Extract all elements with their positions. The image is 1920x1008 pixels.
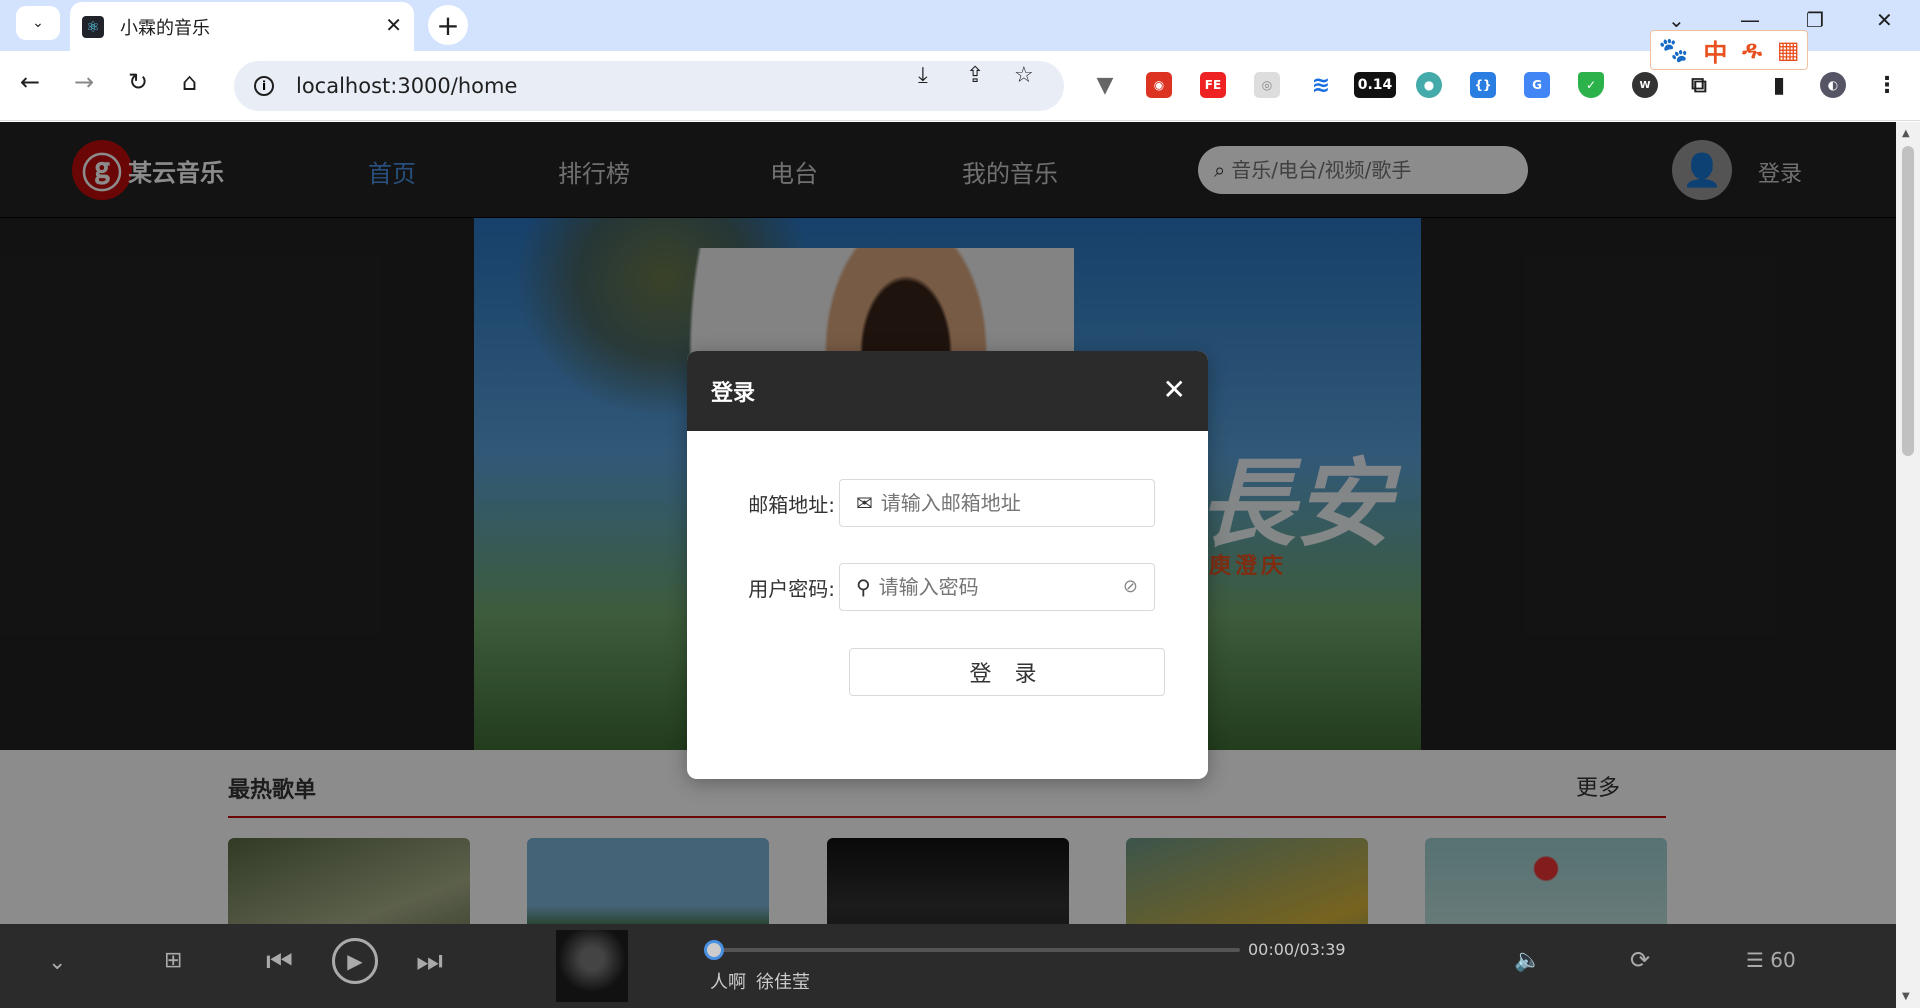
login-modal: 登录 ✕ 邮箱地址: ✉ 用户密码: ⚲ ⊘ 登 录 <box>687 351 1208 779</box>
password-field[interactable]: ⚲ ⊘ <box>839 563 1155 611</box>
modal-header: 登录 ✕ <box>687 351 1208 431</box>
ext-globe-icon[interactable]: ● <box>1416 72 1442 98</box>
bookmark-star-icon[interactable]: ☆ <box>1014 63 1034 88</box>
page-content: ⓖ 某云音乐 首页 排行榜 电台 我的音乐 ⌕ 👤 登录 長安 庾澄庆 最热歌单… <box>0 122 1896 1008</box>
close-icon[interactable]: ✕ <box>1163 373 1186 406</box>
site-info-icon[interactable]: i <box>254 76 274 96</box>
previous-track-icon[interactable]: ⏮ <box>266 944 293 979</box>
tab-list-chevron-icon[interactable]: ⌄ <box>1668 8 1685 32</box>
volume-icon[interactable]: 🔈 <box>1514 948 1541 973</box>
song-title[interactable]: 人啊 <box>710 972 746 993</box>
ext-circle-icon[interactable]: ◎ <box>1254 72 1280 98</box>
playlist-count: 60 <box>1770 948 1796 972</box>
page-scrollbar[interactable]: ▲ ▼ <box>1896 122 1920 1008</box>
repeat-icon[interactable]: ⟳ <box>1630 946 1650 974</box>
url-text: localhost:3000/home <box>296 74 518 98</box>
address-bar[interactable]: i localhost:3000/home <box>234 61 1064 111</box>
menu-kebab-icon[interactable]: ⋮ <box>1874 72 1900 98</box>
side-panel-icon[interactable]: ▮ <box>1766 72 1792 98</box>
user-icon: ⚲ <box>856 575 871 599</box>
email-label: 邮箱地址: <box>748 492 835 517</box>
tab-search-button[interactable]: ⌄ <box>16 6 60 40</box>
home-icon[interactable]: ⌂ <box>182 68 197 96</box>
email-row: 邮箱地址: ✉ <box>687 479 1208 527</box>
next-track-icon[interactable]: ⏭ <box>416 944 443 979</box>
scroll-up-icon[interactable]: ▲ <box>1902 128 1910 139</box>
scroll-down-icon[interactable]: ▼ <box>1902 991 1910 1002</box>
browser-toolbar: ← → ↻ ⌂ i localhost:3000/home ⤓ ⇪ ☆ ▼ ◉ … <box>0 51 1920 121</box>
reload-icon[interactable]: ↻ <box>128 68 148 96</box>
progress-bar[interactable] <box>704 940 1240 960</box>
song-info: 人啊 徐佳莹 <box>710 968 810 994</box>
close-tab-icon[interactable]: ✕ <box>385 13 402 37</box>
time-display: 00:00/03:39 <box>1248 940 1346 959</box>
progress-knob[interactable] <box>704 940 724 960</box>
password-label: 用户密码: <box>748 576 835 601</box>
browser-tab[interactable]: ⚛ 小霖的音乐 ✕ <box>70 2 414 51</box>
player-bar: ⌄ ⊞ ⏮ ▶ ⏭ 00:00/03:39 人啊 徐佳莹 🔈 ⟳ ☰ 60 <box>0 924 1896 1008</box>
album-cover[interactable] <box>556 930 628 1002</box>
user-icon[interactable]: ዱ <box>1742 36 1762 64</box>
extensions-puzzle-icon[interactable]: ⧉ <box>1686 72 1712 98</box>
paw-icon[interactable]: 🐾 <box>1658 36 1688 64</box>
ext-red-icon[interactable]: ◉ <box>1146 72 1172 98</box>
extension-popup: 🐾 中 ዱ ▦ <box>1650 30 1808 70</box>
shield-check-icon[interactable]: ✓ <box>1578 72 1604 98</box>
collapse-chevron-icon[interactable]: ⌄ <box>48 950 66 975</box>
eye-hidden-icon[interactable]: ⊘ <box>1123 576 1138 597</box>
song-artist[interactable]: 徐佳莹 <box>756 972 810 993</box>
chinese-input-icon[interactable]: 中 <box>1703 33 1727 68</box>
playlist-icon[interactable]: ☰ 60 <box>1746 948 1796 972</box>
ext-layers-icon[interactable]: ≋ <box>1308 72 1334 98</box>
new-tab-button[interactable]: + <box>428 5 468 45</box>
email-field[interactable]: ✉ <box>839 479 1155 527</box>
email-input[interactable] <box>880 491 1101 515</box>
restore-button[interactable]: ❐ <box>1806 8 1824 32</box>
browser-tabstrip: ⌄ ⚛ 小霖的音乐 ✕ + ⌄ — ❐ ✕ <box>0 0 1920 51</box>
back-arrow-icon[interactable]: ← <box>20 68 40 96</box>
fe-helper-icon[interactable]: FE <box>1200 72 1226 98</box>
ext-bracket-icon[interactable]: {} <box>1470 72 1496 98</box>
translate-icon[interactable]: G <box>1524 72 1550 98</box>
mail-icon: ✉ <box>856 491 873 515</box>
password-row: 用户密码: ⚲ ⊘ <box>687 563 1208 611</box>
add-to-list-icon[interactable]: ⊞ <box>164 948 182 973</box>
install-app-icon[interactable]: ⤓ <box>918 63 928 88</box>
login-submit-button[interactable]: 登 录 <box>849 648 1165 696</box>
minimize-button[interactable]: — <box>1740 8 1760 32</box>
scrollbar-thumb[interactable] <box>1902 146 1914 456</box>
share-icon[interactable]: ⇪ <box>966 63 984 88</box>
close-window-button[interactable]: ✕ <box>1876 8 1893 32</box>
cls-badge-icon[interactable]: 0.14 <box>1354 72 1396 98</box>
password-input[interactable] <box>878 575 1099 599</box>
tab-title: 小霖的音乐 <box>120 17 210 39</box>
play-icon[interactable]: ▶ <box>332 938 378 984</box>
profile-avatar[interactable]: ◐ <box>1820 72 1846 98</box>
modal-title: 登录 <box>711 381 756 406</box>
forward-arrow-icon[interactable]: → <box>74 68 94 96</box>
vue-devtools-icon[interactable]: ▼ <box>1092 72 1118 98</box>
web-ext-icon[interactable]: W <box>1632 72 1658 98</box>
grid-icon[interactable]: ▦ <box>1777 36 1800 64</box>
react-icon: ⚛ <box>82 15 104 38</box>
